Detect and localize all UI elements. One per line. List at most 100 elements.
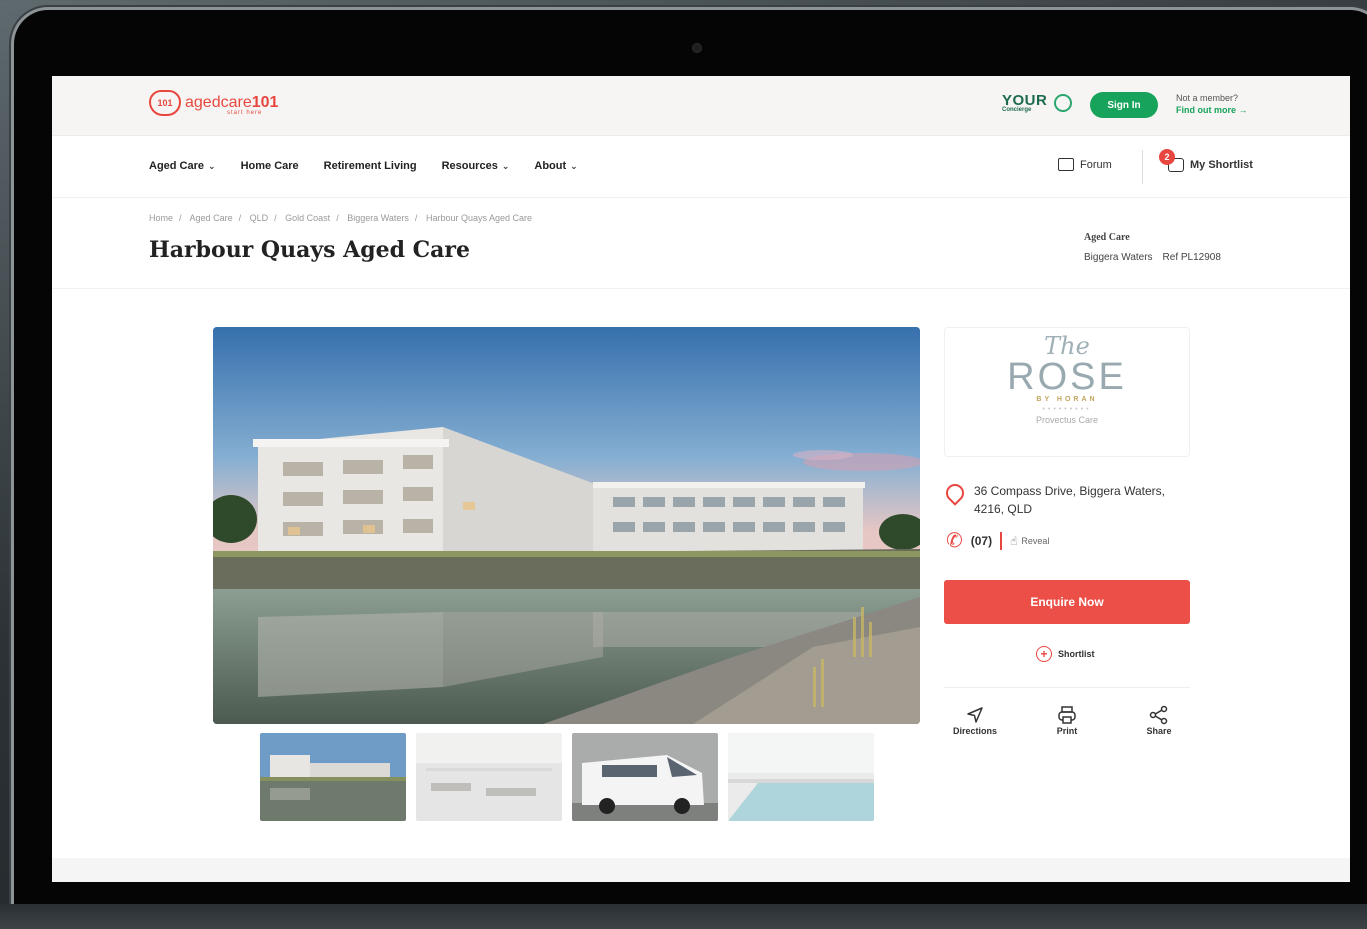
phone-contact: ✆ (07) ☝ Reveal xyxy=(946,531,1049,551)
decorative-dots: ••••••••• xyxy=(1042,406,1092,413)
listing-type: Aged Care xyxy=(1084,232,1130,243)
concierge-heart-icon xyxy=(1054,94,1072,112)
actions-divider xyxy=(944,687,1190,688)
listing-meta: Aged Care Biggera Waters Ref PL12908 xyxy=(1084,228,1221,268)
facility-address: 36 Compass Drive, Biggera Waters, 4216, … xyxy=(942,480,1196,518)
breadcrumb-item[interactable]: QLD xyxy=(250,213,269,223)
gallery-thumbnails xyxy=(260,733,874,821)
share-label: Share xyxy=(1146,726,1172,736)
nav-item-label: Retirement Living xyxy=(323,160,417,172)
facility-building-photo xyxy=(213,327,920,724)
your-concierge-logo[interactable]: YOUR Concierge xyxy=(1002,92,1072,113)
logo-badge: 101 xyxy=(157,98,173,108)
thumbnail-dining-room[interactable] xyxy=(416,733,562,821)
nav-item-label: Aged Care xyxy=(149,160,205,172)
header-divider xyxy=(52,288,1350,289)
shortlist-count-badge: 2 xyxy=(1159,149,1175,165)
listing-actions: Directions Print Share xyxy=(950,704,1184,736)
nav-menu: Aged Care ⌄ Home Care Retirement Living R… xyxy=(149,160,578,172)
thumbnail-dining-image xyxy=(416,733,562,821)
thumbnail-minibus[interactable] xyxy=(572,733,718,821)
page-title: Harbour Quays Aged Care xyxy=(149,237,471,263)
share-button[interactable]: Share xyxy=(1134,704,1184,736)
enquire-now-button[interactable]: Enquire Now xyxy=(944,580,1190,624)
my-shortlist-label: My Shortlist xyxy=(1190,159,1253,171)
thumbnail-building[interactable] xyxy=(260,733,406,821)
print-button[interactable]: Print xyxy=(1042,704,1092,736)
shortlist-label: Shortlist xyxy=(1058,649,1095,659)
nav-item-about[interactable]: About ⌄ xyxy=(534,160,577,172)
phone-number-prefix: (07) xyxy=(970,534,993,548)
provider-logo-name: ROSE xyxy=(1007,356,1127,398)
provider-name: Provectus Care xyxy=(1035,415,1099,425)
thumbnail-pool-image xyxy=(728,733,874,821)
nav-divider xyxy=(1142,150,1143,184)
breadcrumb-separator: / xyxy=(336,213,339,223)
hero-photo[interactable] xyxy=(213,327,920,724)
breadcrumb-item[interactable]: Home xyxy=(149,213,173,223)
provider-logo-byline: BY HORAN xyxy=(1036,396,1098,403)
nav-item-label: Home Care xyxy=(240,160,299,172)
provider-logo-card[interactable]: The ROSE BY HORAN ••••••••• Provectus Ca… xyxy=(944,327,1190,457)
breadcrumb-item[interactable]: Aged Care xyxy=(190,213,233,223)
pointer-hand-icon: ☝ xyxy=(1010,534,1018,548)
directions-button[interactable]: Directions xyxy=(950,704,1000,736)
printer-icon xyxy=(1042,704,1092,726)
location-pin-icon xyxy=(942,480,968,506)
plus-circle-icon: + xyxy=(1036,646,1052,662)
chat-bubble-icon xyxy=(1058,158,1074,171)
chevron-down-icon: ⌄ xyxy=(501,161,510,171)
logo-tagline: start here xyxy=(227,110,263,116)
phone-icon: ✆ xyxy=(946,530,963,552)
main-nav: Aged Care ⌄ Home Care Retirement Living R… xyxy=(52,136,1350,198)
address-text: 36 Compass Drive, Biggera Waters, 4216, … xyxy=(974,484,1165,516)
nav-item-label: Resources xyxy=(441,160,498,172)
listing-suburb: Biggera Waters xyxy=(1084,252,1153,263)
breadcrumb-separator: / xyxy=(414,213,418,223)
logo-wordmark: agedcare101 xyxy=(185,95,278,111)
breadcrumb-item[interactable]: Gold Coast xyxy=(285,213,330,223)
webcam xyxy=(692,43,702,53)
chevron-down-icon: ⌄ xyxy=(208,161,216,171)
logo-text-b: 101 xyxy=(251,94,279,111)
add-to-shortlist-button[interactable]: + Shortlist xyxy=(1036,646,1095,662)
thumbnail-building-image xyxy=(260,733,406,821)
breadcrumb-item[interactable]: Biggera Waters xyxy=(347,213,409,223)
nav-item-retirement-living[interactable]: Retirement Living xyxy=(324,160,417,172)
print-label: Print xyxy=(1056,726,1078,736)
nav-item-label: About xyxy=(534,160,567,172)
reveal-label: Reveal xyxy=(1021,536,1050,546)
site-logo[interactable]: 101 agedcare101 start here xyxy=(149,90,278,116)
nav-item-home-care[interactable]: Home Care xyxy=(241,160,299,172)
thumbnail-minibus-image xyxy=(572,733,718,821)
reveal-phone-button[interactable]: ☝ Reveal xyxy=(1010,534,1049,548)
nav-item-aged-care[interactable]: Aged Care ⌄ xyxy=(149,160,216,172)
member-prompt: Not a member? Find out more → xyxy=(1176,92,1248,116)
nav-item-resources[interactable]: Resources ⌄ xyxy=(442,160,510,172)
phone-redaction-mark xyxy=(1000,532,1003,550)
shortlist-icon: 2 xyxy=(1159,149,1184,172)
my-shortlist-link[interactable]: 2 My Shortlist xyxy=(1159,149,1253,172)
heart-logo-icon: 101 xyxy=(149,90,181,116)
breadcrumb-separator: / xyxy=(274,213,277,223)
page-footer-strip xyxy=(52,858,1350,882)
share-icon xyxy=(1134,704,1184,726)
logo-text-a: agedcare xyxy=(185,94,252,111)
directions-label: Directions xyxy=(952,726,997,736)
breadcrumb: Home / Aged Care / QLD / Gold Coast / Bigger… xyxy=(149,213,532,223)
thumbnail-pool[interactable] xyxy=(728,733,874,821)
laptop-base xyxy=(0,904,1367,929)
find-out-more-link[interactable]: Find out more → xyxy=(1176,104,1248,116)
top-bar: 101 agedcare101 start here YOUR Concierg… xyxy=(52,76,1350,136)
forum-link[interactable]: Forum xyxy=(1058,158,1112,171)
breadcrumb-separator: / xyxy=(179,213,182,223)
sign-in-button[interactable]: Sign In xyxy=(1090,92,1158,118)
forum-label: Forum xyxy=(1080,158,1112,171)
chevron-down-icon: ⌄ xyxy=(570,161,578,171)
breadcrumb-separator: / xyxy=(238,213,242,223)
breadcrumb-item-current: Harbour Quays Aged Care xyxy=(425,213,533,223)
listing-ref: Ref PL12908 xyxy=(1162,252,1221,263)
member-question: Not a member? xyxy=(1176,93,1239,103)
navigation-arrow-icon xyxy=(950,704,1000,726)
browser-screen: 101 agedcare101 start here YOUR Concierg… xyxy=(52,76,1350,882)
